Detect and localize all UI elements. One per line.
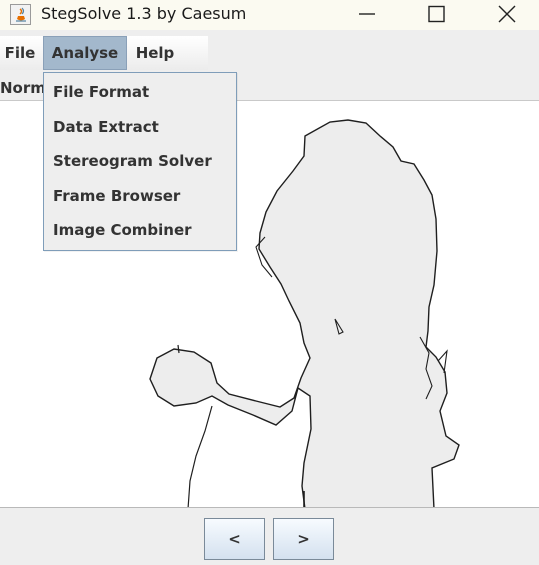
java-coffee-cup-icon[interactable] bbox=[10, 4, 31, 25]
minimize-button[interactable] bbox=[333, 0, 401, 30]
maximize-button[interactable] bbox=[402, 0, 470, 30]
menu-item-image-combiner[interactable]: Image Combiner bbox=[53, 216, 192, 244]
previous-button[interactable]: < bbox=[204, 518, 265, 560]
menu-item-data-extract[interactable]: Data Extract bbox=[53, 113, 159, 141]
close-button[interactable] bbox=[471, 0, 539, 30]
menu-bar: File Analyse Help bbox=[0, 36, 539, 72]
menu-item-stereogram-solver[interactable]: Stereogram Solver bbox=[53, 147, 212, 175]
menu-analyse[interactable]: Analyse bbox=[43, 36, 127, 70]
close-icon bbox=[498, 5, 516, 23]
menu-item-frame-browser[interactable]: Frame Browser bbox=[53, 182, 180, 210]
maximize-icon bbox=[428, 5, 445, 23]
minimize-icon bbox=[359, 13, 375, 15]
title-bar[interactable]: StegSolve 1.3 by Caesum bbox=[0, 0, 539, 30]
menu-help[interactable]: Help bbox=[129, 36, 181, 70]
analyse-dropdown-menu: File Format Data Extract Stereogram Solv… bbox=[43, 72, 237, 251]
mode-label: Norm bbox=[0, 79, 46, 97]
menu-file[interactable]: File bbox=[0, 36, 40, 70]
next-button[interactable]: > bbox=[273, 518, 334, 560]
window-title: StegSolve 1.3 by Caesum bbox=[41, 4, 247, 23]
menu-item-file-format[interactable]: File Format bbox=[53, 78, 149, 106]
